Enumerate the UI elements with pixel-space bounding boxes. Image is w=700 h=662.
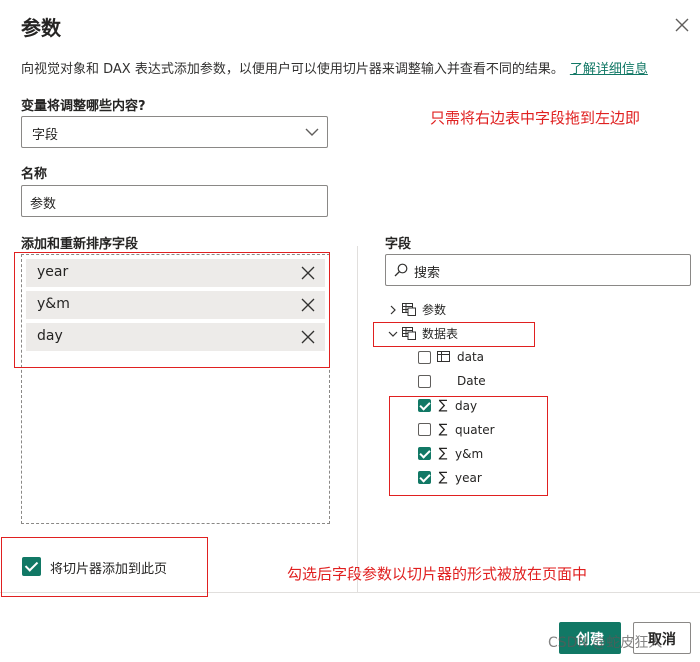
- column-label: Date: [457, 374, 486, 388]
- dialog-title: 参数: [21, 16, 61, 40]
- table-icon: [402, 303, 416, 316]
- column-label: data: [457, 350, 485, 364]
- panel-divider: [357, 246, 358, 592]
- tree-column-date[interactable]: Date: [418, 374, 486, 388]
- column-label: quater: [455, 422, 495, 437]
- annotation-text-top: 只需将右边表中字段拖到左边即: [430, 109, 641, 127]
- name-label: 名称: [21, 167, 48, 182]
- tree-table-params[interactable]: 参数: [388, 301, 446, 318]
- column-checkbox[interactable]: [418, 399, 431, 412]
- field-chip-day[interactable]: day: [26, 323, 325, 351]
- tree-table-label: 参数: [422, 303, 447, 317]
- sigma-icon: ∑: [438, 422, 448, 437]
- remove-icon[interactable]: [301, 330, 315, 344]
- field-chip-label: y&m: [37, 296, 70, 312]
- column-label: day: [455, 398, 478, 413]
- sigma-icon: ∑: [438, 446, 448, 461]
- chevron-down-icon: [305, 128, 319, 136]
- tree-column-ym[interactable]: ∑ y&m: [418, 446, 483, 461]
- close-icon[interactable]: [673, 16, 691, 34]
- fields-search-input[interactable]: 搜索: [385, 254, 691, 286]
- search-icon: [394, 263, 408, 277]
- tree-column-quater[interactable]: ∑ quater: [418, 422, 495, 437]
- column-checkbox[interactable]: [418, 374, 431, 388]
- table-icon: [437, 351, 450, 362]
- description-text: 向视觉对象和 DAX 表达式添加参数，以便用户可以使用切片器来调整输入并查看不同…: [21, 62, 564, 77]
- learn-more-link[interactable]: 了解详细信息: [570, 62, 648, 77]
- sigma-icon: ∑: [438, 398, 448, 413]
- footer-divider: [0, 592, 700, 593]
- watermark: CSDN @蛇皮狂人: [548, 635, 663, 651]
- tree-column-year[interactable]: ∑ year: [418, 470, 482, 485]
- column-checkbox[interactable]: [418, 423, 431, 436]
- sigma-icon: ∑: [438, 470, 448, 485]
- field-chip-label: day: [37, 328, 63, 344]
- add-fields-label: 添加和重新排序字段: [21, 237, 139, 252]
- name-input[interactable]: 参数: [21, 185, 328, 217]
- chevron-down-icon[interactable]: [388, 329, 398, 339]
- search-placeholder: 搜索: [414, 266, 441, 281]
- fields-pane-label: 字段: [385, 237, 412, 252]
- variable-select-value: 字段: [32, 128, 59, 143]
- field-chip-label: year: [37, 264, 69, 280]
- column-checkbox[interactable]: [418, 447, 431, 460]
- field-chip-ym[interactable]: y&m: [26, 291, 325, 319]
- tree-table-data[interactable]: 数据表: [388, 325, 458, 342]
- field-chip-year[interactable]: year: [26, 259, 325, 287]
- column-checkbox[interactable]: [418, 350, 431, 364]
- remove-icon[interactable]: [301, 266, 315, 280]
- add-slicer-checkbox[interactable]: [22, 557, 41, 576]
- chevron-right-icon[interactable]: [388, 305, 398, 315]
- add-slicer-label: 将切片器添加到此页: [50, 562, 168, 577]
- remove-icon[interactable]: [301, 298, 315, 312]
- table-icon: [402, 327, 416, 340]
- tree-table-label: 数据表: [422, 327, 459, 341]
- annotation-text-bottom: 勾选后字段参数以切片器的形式被放在页面中: [287, 565, 588, 583]
- column-checkbox[interactable]: [418, 471, 431, 484]
- variable-label: 变量将调整哪些内容?: [21, 99, 146, 114]
- dialog-description: 向视觉对象和 DAX 表达式添加参数，以便用户可以使用切片器来调整输入并查看不同…: [21, 58, 648, 77]
- tree-column-data[interactable]: data: [418, 350, 484, 364]
- column-label: year: [455, 470, 482, 485]
- name-input-value: 参数: [30, 197, 57, 212]
- variable-select[interactable]: 字段: [21, 116, 328, 148]
- tree-column-day[interactable]: ∑ day: [418, 398, 477, 413]
- column-label: y&m: [455, 446, 484, 461]
